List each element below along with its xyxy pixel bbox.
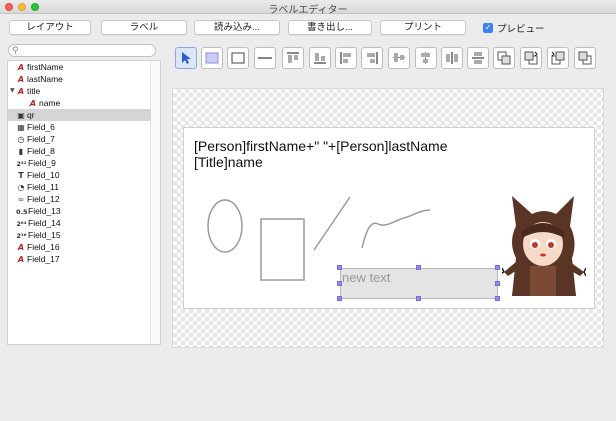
tree-item-field-11[interactable]: ◔ Field_11 bbox=[8, 181, 151, 193]
move-forward-tool-icon bbox=[524, 51, 538, 65]
align-right-tool-icon bbox=[367, 52, 378, 64]
disclosure-triangle-icon[interactable]: ▼ bbox=[10, 85, 15, 97]
text-field-icon: A bbox=[17, 255, 25, 264]
tree-item-label: Field_15 bbox=[28, 230, 61, 240]
tree-item-label: Field_17 bbox=[27, 254, 60, 264]
filled-rectangle-tool-button[interactable] bbox=[201, 47, 223, 69]
distribute-horizontal-tool-button[interactable] bbox=[441, 47, 463, 69]
align-center-vertical-tool-icon bbox=[421, 52, 430, 64]
align-bottom-tool-button[interactable] bbox=[309, 47, 331, 69]
tree-item-label: Field_12 bbox=[27, 194, 60, 204]
tree-item-label: Field_6 bbox=[27, 122, 55, 132]
tree-item-label: Field_10 bbox=[27, 170, 60, 180]
tree-item-label: Field_13 bbox=[28, 206, 61, 216]
tree-item-field-14[interactable]: 2⁶⁴Field_14 bbox=[8, 217, 151, 229]
distribute-vertical-tool-icon bbox=[472, 52, 484, 64]
tree-item-field-8[interactable]: ▮ Field_8 bbox=[8, 145, 151, 157]
field-tree[interactable]: AfirstName AlastName ▼ Atitle Aname ▣ qr ▦ Field… bbox=[7, 60, 161, 345]
distribute-horizontal-tool-icon bbox=[446, 52, 458, 64]
tree-item-title[interactable]: ▼ Atitle bbox=[8, 85, 151, 97]
resize-handle-top-center[interactable] bbox=[416, 265, 421, 270]
move-backward-tool-button[interactable] bbox=[547, 47, 569, 69]
rectangle-shape[interactable] bbox=[260, 218, 305, 281]
resize-handle-top-right[interactable] bbox=[495, 265, 500, 270]
line-shape[interactable] bbox=[313, 196, 351, 251]
align-center-horizontal-tool-icon bbox=[393, 53, 405, 62]
tree-item-label: Field_9 bbox=[28, 158, 56, 168]
window-title: ラベルエディター bbox=[268, 5, 348, 16]
label-canvas[interactable]: [Person]firstName+" "+[Person]lastName [… bbox=[183, 127, 595, 309]
tree-scrollbar[interactable] bbox=[150, 61, 160, 344]
tree-item-field-6[interactable]: ▦ Field_6 bbox=[8, 121, 151, 133]
tree-item-label: Field_7 bbox=[27, 134, 55, 144]
align-top-tool-button[interactable] bbox=[282, 47, 304, 69]
send-to-back-tool-icon bbox=[578, 51, 592, 65]
tree-item-field-17[interactable]: A Field_17 bbox=[8, 253, 151, 265]
resize-handle-bottom-center[interactable] bbox=[416, 296, 421, 301]
tree-item-label: Field_8 bbox=[27, 146, 55, 156]
new-text-content: new text bbox=[342, 270, 391, 285]
tree-item-label: Field_14 bbox=[28, 218, 61, 228]
layout-button[interactable]: レイアウト bbox=[9, 20, 91, 35]
tree-item-name[interactable]: Aname bbox=[8, 97, 151, 109]
resize-handle-middle-right[interactable] bbox=[495, 281, 500, 286]
rectangle-tool-button[interactable] bbox=[227, 47, 249, 69]
export-button[interactable]: 書き出し... bbox=[288, 20, 372, 35]
select-arrow-tool-icon bbox=[182, 52, 191, 64]
tree-item-field-7[interactable]: ◷ Field_7 bbox=[8, 133, 151, 145]
align-left-tool-icon bbox=[340, 52, 351, 64]
tree-item-label: name bbox=[39, 98, 61, 108]
tree-item-label: title bbox=[27, 86, 41, 96]
print-button[interactable]: プリント bbox=[380, 20, 466, 35]
checkbox-checked-icon[interactable]: ✓ bbox=[483, 23, 493, 33]
tree-item-lastname[interactable]: AlastName bbox=[8, 73, 151, 85]
label-button[interactable]: ラベル bbox=[101, 20, 187, 35]
tree-item-label: Field_11 bbox=[27, 182, 59, 192]
line-tool-button[interactable] bbox=[254, 47, 276, 69]
new-text-object[interactable]: new text bbox=[340, 268, 498, 299]
move-forward-tool-button[interactable] bbox=[520, 47, 542, 69]
select-arrow-tool-button[interactable] bbox=[175, 47, 197, 69]
label-canvas-area[interactable]: [Person]firstName+" "+[Person]lastName [… bbox=[172, 88, 604, 348]
filled-rectangle-tool-icon bbox=[205, 52, 219, 64]
preview-label: プレビュー bbox=[497, 24, 545, 35]
bring-to-front-tool-button[interactable] bbox=[493, 47, 515, 69]
tree-item-field-9[interactable]: 2³²Field_9 bbox=[8, 157, 151, 169]
tree-item-field-10[interactable]: T Field_10 bbox=[8, 169, 151, 181]
resize-handle-top-left[interactable] bbox=[337, 265, 342, 270]
align-center-horizontal-tool-button[interactable] bbox=[388, 47, 410, 69]
freehand-curve-shape[interactable] bbox=[361, 209, 431, 249]
tree-item-field-15[interactable]: 2¹⁶Field_15 bbox=[8, 229, 151, 241]
search-icon: ⚲ bbox=[12, 46, 19, 56]
resize-handle-bottom-left[interactable] bbox=[337, 296, 342, 301]
tree-item-qr[interactable]: ▣ qr bbox=[8, 109, 151, 121]
send-to-back-tool-button[interactable] bbox=[574, 47, 596, 69]
move-backward-tool-icon bbox=[551, 51, 565, 65]
tree-item-label: qr bbox=[27, 110, 35, 120]
align-center-vertical-tool-button[interactable] bbox=[415, 47, 437, 69]
preview-toggle[interactable]: ✓ プレビュー bbox=[483, 22, 545, 35]
tree-item-field-13[interactable]: 0.5Field_13 bbox=[8, 205, 151, 217]
tree-item-label: lastName bbox=[27, 74, 63, 84]
resize-handle-middle-left[interactable] bbox=[337, 281, 342, 286]
resize-handle-bottom-right[interactable] bbox=[495, 296, 500, 301]
align-right-tool-button[interactable] bbox=[361, 47, 383, 69]
bring-to-front-tool-icon bbox=[497, 51, 511, 65]
title-bar: ラベルエディター bbox=[0, 0, 616, 16]
line-tool-icon bbox=[258, 57, 272, 59]
load-button[interactable]: 読み込み... bbox=[194, 20, 280, 35]
tree-item-field-12[interactable]: ∞ Field_12 bbox=[8, 193, 151, 205]
mascot-image[interactable] bbox=[502, 192, 586, 302]
rectangle-tool-icon bbox=[231, 52, 245, 64]
align-top-tool-icon bbox=[287, 52, 299, 63]
ellipse-shape[interactable] bbox=[207, 199, 243, 253]
tree-item-firstname[interactable]: AfirstName bbox=[8, 61, 151, 73]
tree-item-field-16[interactable]: A Field_16 bbox=[8, 241, 151, 253]
tree-item-label: firstName bbox=[27, 62, 64, 72]
align-left-tool-button[interactable] bbox=[335, 47, 357, 69]
tree-item-label: Field_16 bbox=[27, 242, 60, 252]
align-bottom-tool-icon bbox=[314, 53, 326, 64]
distribute-vertical-tool-button[interactable] bbox=[467, 47, 489, 69]
search-field[interactable]: ⚲ bbox=[8, 44, 156, 57]
